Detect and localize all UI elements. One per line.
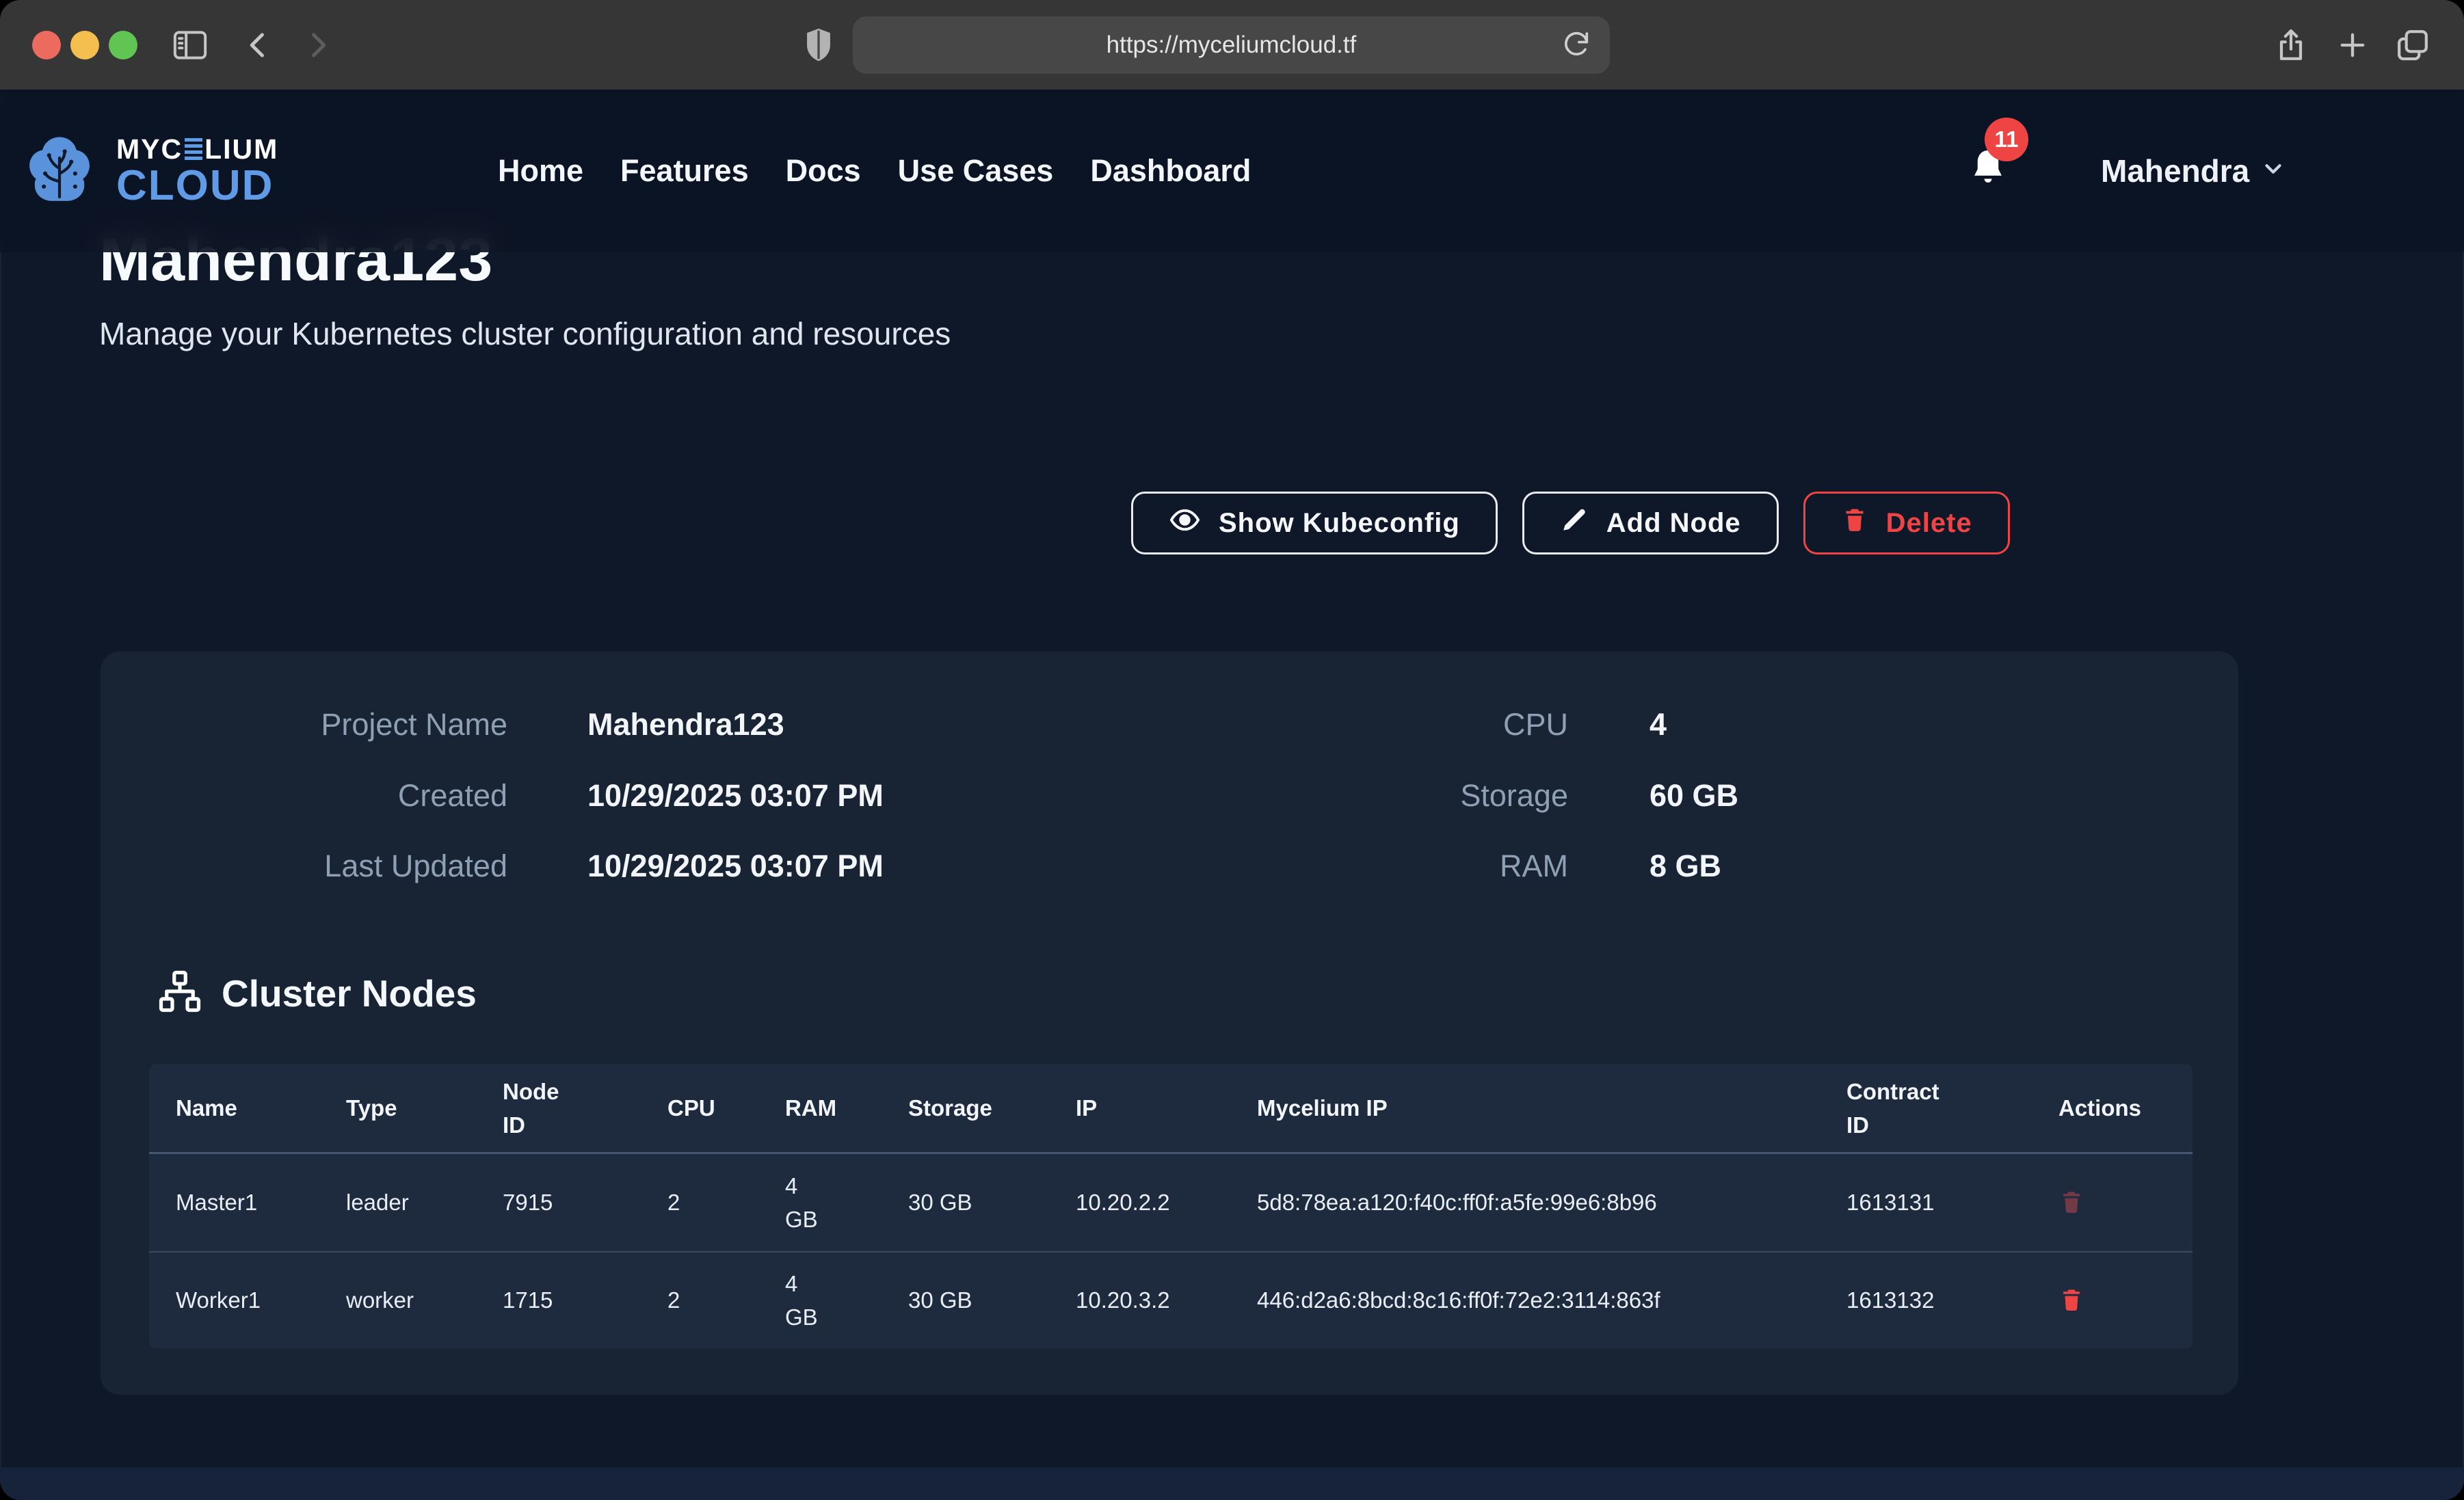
cluster-actions-toolbar: Show Kubeconfig Add Node Delete [1131,492,2010,554]
ram-value: 8 GB [1650,848,1721,884]
last-updated-value: 10/29/2025 03:07 PM [587,848,884,884]
storage-label: Storage [1260,778,1568,814]
user-menu[interactable]: Mahendra [2101,152,2286,189]
minimize-window-button[interactable] [70,31,99,59]
back-button[interactable] [241,27,276,63]
col-ram: RAM [785,1091,908,1125]
cluster-nodes-title: Cluster Nodes [222,972,477,1015]
col-contract-id: Contract ID [1846,1075,2058,1142]
cluster-nodes-table: Name Type Node ID CPU RAM Storage IP Myc… [149,1064,2193,1348]
col-node-id: Node ID [503,1075,667,1142]
node-mycelium-ip: 5d8:78ea:a120:f40c:ff0f:a5fe:99e6:8b96 [1257,1186,1846,1220]
sidebar-toggle-button[interactable] [170,26,211,64]
col-mycelium-ip: Mycelium IP [1257,1091,1846,1125]
cluster-details-card: Project Name Mahendra123 Created 10/29/2… [101,652,2238,1395]
address-bar[interactable]: https://myceliumcloud.tf [853,16,1610,74]
cpu-value: 4 [1650,707,1667,742]
delete-node-button-disabled[interactable] [2058,1187,2084,1219]
col-type: Type [346,1091,503,1125]
nav-link-use-cases[interactable]: Use Cases [898,153,1054,189]
node-ram: 4 GB [785,1267,908,1335]
share-icon[interactable] [2272,25,2310,66]
pencil-icon [1560,505,1589,541]
storage-value: 60 GB [1650,778,1738,814]
node-contract-id: 1613132 [1846,1283,2058,1317]
node-type: leader [346,1186,503,1220]
project-name-label: Project Name [200,707,507,742]
trash-icon [1841,505,1868,541]
node-type: worker [346,1283,503,1317]
reload-icon[interactable] [1561,28,1592,63]
node-name: Worker1 [176,1283,346,1317]
shield-icon[interactable] [799,23,838,67]
node-ip: 10.20.2.2 [1076,1186,1257,1220]
add-node-button[interactable]: Add Node [1522,492,1779,554]
notifications-button[interactable]: 11 [1967,144,2015,198]
logo-wordmark: MYCLIUM CLOUD [116,135,278,207]
nav-link-features[interactable]: Features [620,153,749,189]
node-id: 7915 [503,1186,667,1220]
delete-node-button[interactable] [2058,1285,2084,1317]
col-actions: Actions [2058,1091,2193,1125]
node-ram: 4 GB [785,1169,908,1237]
trash-icon [2058,1285,2084,1317]
ram-label: RAM [1260,848,1568,884]
table-header-row: Name Type Node ID CPU RAM Storage IP Myc… [149,1064,2193,1154]
site-navbar: MYCLIUM CLOUD Home Features Docs Use Cas… [0,90,2464,252]
new-tab-icon[interactable] [2335,27,2370,63]
node-cpu: 2 [667,1186,785,1220]
trash-icon [2058,1187,2084,1219]
node-mycelium-ip: 446:d2a6:8bcd:8c16:ff0f:72e2:3114:863f [1257,1283,1846,1317]
col-ip: IP [1076,1091,1257,1125]
delete-label: Delete [1886,508,1972,539]
cpu-label: CPU [1260,707,1568,742]
user-name: Mahendra [2101,152,2249,189]
node-name: Master1 [176,1186,346,1220]
nav-link-docs[interactable]: Docs [786,153,861,189]
mycelium-cloud-logo[interactable]: MYCLIUM CLOUD [18,129,278,213]
node-storage: 30 GB [908,1283,1076,1317]
node-id: 1715 [503,1283,667,1317]
node-contract-id: 1613131 [1846,1186,2058,1220]
page-subtitle: Manage your Kubernetes cluster configura… [99,315,951,352]
nav-link-dashboard[interactable]: Dashboard [1090,153,1251,189]
last-updated-label: Last Updated [200,848,507,884]
show-kubeconfig-button[interactable]: Show Kubeconfig [1131,492,1498,554]
node-cpu: 2 [667,1283,785,1317]
zoom-window-button[interactable] [109,31,137,59]
created-label: Created [200,778,507,814]
nav-link-home[interactable]: Home [498,153,583,189]
col-storage: Storage [908,1091,1076,1125]
node-storage: 30 GB [908,1186,1076,1220]
network-icon [157,966,202,1020]
bell-icon [1967,183,2009,194]
mycelium-logo-icon [18,129,101,213]
browser-window: Mahendra123 Manage your Kubernetes clust… [0,0,2464,1500]
show-kubeconfig-label: Show Kubeconfig [1219,508,1460,539]
forward-button[interactable] [300,27,335,63]
chevron-down-icon [2260,152,2286,189]
browser-chrome: https://myceliumcloud.tf [0,0,2464,90]
close-window-button[interactable] [32,31,61,59]
node-ip: 10.20.3.2 [1076,1283,1257,1317]
tab-overview-icon[interactable] [2394,26,2432,64]
col-name: Name [176,1091,346,1125]
url-text: https://myceliumcloud.tf [1107,31,1357,59]
col-cpu: CPU [667,1091,785,1125]
logo-e-bars [185,138,202,161]
cluster-nodes-heading: Cluster Nodes [157,966,477,1020]
table-row-worker1: Worker1 worker 1715 2 4 GB 30 GB 10.20.3… [149,1251,2193,1348]
page-content: Mahendra123 Manage your Kubernetes clust… [0,90,2464,1500]
table-row-master1: Master1 leader 7915 2 4 GB 30 GB 10.20.2… [149,1154,2193,1251]
eye-icon [1169,504,1201,543]
nav-links: Home Features Docs Use Cases Dashboard [498,153,1251,189]
project-name-value: Mahendra123 [587,707,784,742]
add-node-label: Add Node [1606,508,1741,539]
created-value: 10/29/2025 03:07 PM [587,778,884,814]
footer-strip [0,1467,2464,1500]
notification-badge: 11 [1985,118,2028,161]
delete-cluster-button[interactable]: Delete [1803,492,2010,554]
